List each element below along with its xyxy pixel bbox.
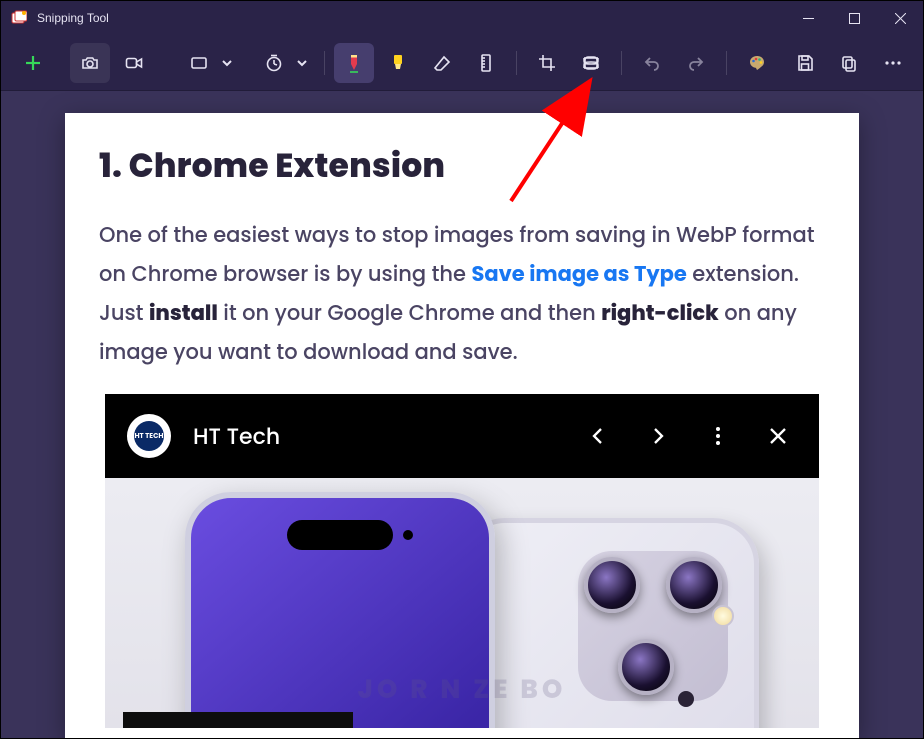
- toolbar-separator: [324, 51, 325, 75]
- eraser-tool-button[interactable]: [422, 43, 462, 83]
- redo-button[interactable]: [676, 43, 716, 83]
- camera-mode-button[interactable]: [70, 43, 110, 83]
- figure-brand-label: HT Tech: [193, 420, 557, 453]
- text-actions-button[interactable]: [571, 43, 611, 83]
- content-heading: 1. Chrome Extension: [99, 141, 825, 191]
- ht-tech-logo-icon: HT TECH: [127, 414, 171, 458]
- camera-lens-icon: [584, 557, 640, 613]
- edit-in-paint-button[interactable]: [737, 43, 777, 83]
- content-figure: HT TECH HT Tech: [105, 394, 819, 728]
- ruler-tool-button[interactable]: [466, 43, 506, 83]
- delay-chevron-icon[interactable]: [296, 58, 308, 68]
- undo-button[interactable]: [632, 43, 672, 83]
- highlighter-tool-button[interactable]: [378, 43, 418, 83]
- toolbar-separator: [516, 51, 517, 75]
- app-title: Snipping Tool: [37, 11, 109, 25]
- content-bold: install: [149, 299, 218, 328]
- minimize-button[interactable]: [785, 1, 831, 35]
- save-button[interactable]: [785, 43, 825, 83]
- ht-tech-logo-text: HT TECH: [134, 421, 164, 451]
- toolbar: [1, 35, 923, 91]
- app-icon: [11, 10, 27, 26]
- figure-dark-strip: [123, 712, 353, 728]
- toolbar-separator: [621, 51, 622, 75]
- crop-tool-button[interactable]: [527, 43, 567, 83]
- figure-browser-bar: HT TECH HT Tech: [105, 394, 819, 478]
- figure-back-icon: [579, 425, 617, 447]
- toolbar-separator: [726, 51, 727, 75]
- app-window: Snipping Tool: [0, 0, 924, 739]
- snip-shape-chevron-icon[interactable]: [221, 58, 233, 68]
- canvas-area: 1. Chrome Extension One of the easiest w…: [1, 91, 923, 738]
- camera-lens-icon: [666, 557, 722, 613]
- figure-close-icon: [759, 425, 797, 447]
- delay-button[interactable]: [254, 43, 294, 83]
- dynamic-island-icon: [287, 520, 393, 550]
- figure-photo: JO R N ZE BO: [105, 478, 819, 728]
- figure-forward-icon: [639, 425, 677, 447]
- captured-content-page: 1. Chrome Extension One of the easiest w…: [65, 113, 859, 738]
- new-snip-button[interactable]: [11, 43, 55, 83]
- camera-flash-icon: [712, 605, 734, 627]
- more-options-button[interactable]: [873, 43, 913, 83]
- copy-button[interactable]: [829, 43, 869, 83]
- pen-tool-button[interactable]: [334, 43, 374, 83]
- close-button[interactable]: [877, 1, 923, 35]
- content-bold: right-click: [601, 299, 719, 328]
- maximize-button[interactable]: [831, 1, 877, 35]
- content-paragraph: One of the easiest ways to stop images f…: [99, 217, 825, 372]
- window-controls: [785, 1, 923, 35]
- figure-menu-icon: [699, 425, 737, 447]
- titlebar-left: Snipping Tool: [11, 10, 109, 26]
- figure-watermark: JO R N ZE BO: [105, 671, 819, 710]
- snip-shape-button[interactable]: [179, 43, 219, 83]
- video-mode-button[interactable]: [114, 43, 154, 83]
- content-text: it on your Google Chrome and then: [218, 299, 601, 328]
- titlebar: Snipping Tool: [1, 1, 923, 35]
- content-link: Save image as Type: [471, 260, 686, 289]
